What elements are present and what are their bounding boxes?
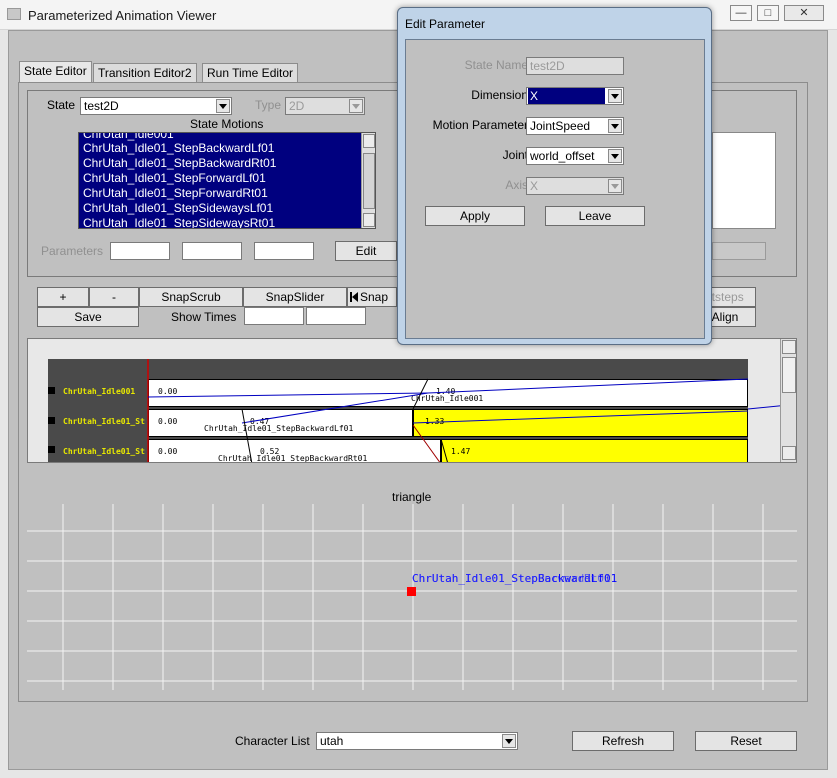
- chevron-down-icon: [216, 99, 230, 113]
- tab-state-editor[interactable]: State Editor: [19, 61, 92, 83]
- list-item[interactable]: ChrUtah_Idle01_StepSidewaysLf01: [83, 201, 273, 215]
- scroll-up-icon[interactable]: [782, 340, 796, 354]
- motion-parameter-label: Motion Parameter: [432, 118, 528, 132]
- graph-point-label: ChrUtah_Idle01_StepForwardRt01: [412, 572, 611, 585]
- dimension-dropdown[interactable]: X: [526, 87, 624, 105]
- state-motions-label: State Motions: [190, 117, 264, 131]
- state-name-field: test2D: [526, 57, 624, 75]
- graph-point[interactable]: [407, 587, 416, 596]
- triangle-left-icon: [352, 292, 358, 302]
- scroll-thumb[interactable]: [782, 357, 796, 393]
- parameter-field-1[interactable]: [110, 242, 170, 260]
- dimension-label: Dimension: [471, 88, 528, 102]
- parameter-field-2[interactable]: [182, 242, 242, 260]
- axis-dropdown-value: X: [530, 179, 539, 193]
- motions-scrollbar[interactable]: [361, 133, 375, 228]
- snap-slider-button[interactable]: SnapSlider: [243, 287, 347, 307]
- edit-button[interactable]: Edit: [335, 241, 397, 261]
- type-dropdown-value: 2D: [289, 99, 305, 113]
- parameters-label: Parameters: [41, 244, 104, 258]
- parameter-field-3[interactable]: [254, 242, 314, 260]
- main-window: Parameterized Animation Viewer — □ ✕ Sta…: [0, 0, 837, 778]
- motion-parameter-dropdown[interactable]: JointSpeed: [526, 117, 624, 135]
- list-item[interactable]: ChrUtah_Idle01_StepBackwardLf01: [83, 141, 274, 155]
- dialog-title: Edit Parameter: [405, 17, 486, 31]
- axis-label: Axis: [505, 178, 528, 192]
- parameter-list[interactable]: [712, 132, 776, 229]
- list-item[interactable]: ChrUtah_Idle01_StepBackwardRt01: [83, 156, 276, 170]
- dimension-dropdown-value: X: [528, 88, 605, 104]
- show-times-end-field[interactable]: [306, 307, 366, 325]
- character-dropdown-value: utah: [320, 734, 344, 748]
- chevron-down-icon: [608, 119, 622, 133]
- motion-parameter-value: JointSpeed: [530, 119, 591, 133]
- state-motions-list[interactable]: ChrUtah_Idle001 ChrUtah_Idle01_StepBackw…: [78, 132, 376, 229]
- type-dropdown: 2D: [285, 97, 365, 115]
- state-dropdown[interactable]: test2D: [80, 97, 232, 115]
- joint-dropdown-value: world_offset: [530, 149, 595, 163]
- graph-grid: [27, 504, 797, 690]
- character-dropdown[interactable]: utah: [316, 732, 518, 750]
- character-list-label: Character List: [235, 734, 310, 748]
- edit-parameter-dialog: Edit Parameter State Name test2D Dimensi…: [397, 7, 712, 345]
- chevron-down-icon: [349, 99, 363, 113]
- maximize-button[interactable]: □: [757, 5, 779, 21]
- chevron-down-icon: [608, 179, 622, 193]
- save-button[interactable]: Save: [37, 307, 139, 327]
- type-label: Type: [255, 98, 282, 112]
- timeline-curves: [147, 359, 796, 462]
- show-times-label: Show Times: [171, 310, 237, 324]
- refresh-button[interactable]: Refresh: [572, 731, 674, 751]
- state-dropdown-value: test2D: [84, 99, 119, 113]
- leave-button[interactable]: Leave: [545, 206, 645, 226]
- list-item[interactable]: ChrUtah_Idle01_StepForwardRt01: [83, 186, 268, 200]
- tab-run-time-editor[interactable]: Run Time Editor: [202, 63, 299, 83]
- snap-button[interactable]: Snap: [347, 287, 397, 307]
- snap-button-label: Snap: [360, 290, 389, 304]
- axis-dropdown: X: [526, 177, 624, 195]
- parameter-graph[interactable]: triangle ChrUtah_Idle01_StepBackwardLf01…: [27, 470, 797, 700]
- show-times-start-field[interactable]: [244, 307, 304, 325]
- app-icon: [7, 8, 21, 20]
- scroll-down-icon[interactable]: [782, 446, 796, 460]
- joint-dropdown[interactable]: world_offset: [526, 147, 624, 165]
- disabled-field: [712, 242, 766, 260]
- state-name-label: State Name: [464, 58, 528, 72]
- chevron-down-icon: [608, 89, 622, 103]
- scroll-up-icon[interactable]: [363, 134, 375, 148]
- timeline-view[interactable]: ChrUtah_Idle001 ChrUtah_Idle01_St ChrUta…: [27, 338, 797, 463]
- timeline-scrollbar[interactable]: [780, 339, 796, 462]
- joint-label: Joint: [502, 148, 528, 162]
- scroll-thumb[interactable]: [363, 153, 375, 209]
- minimize-button[interactable]: —: [730, 5, 752, 21]
- list-item[interactable]: ChrUtah_Idle01_StepForwardLf01: [83, 171, 266, 185]
- list-item[interactable]: ChrUtah_Idle01_StepSidewaysRt01: [83, 216, 275, 228]
- reset-button[interactable]: Reset: [695, 731, 797, 751]
- dialog-body: State Name test2D Dimension X Motion Par…: [405, 39, 705, 339]
- window-title: Parameterized Animation Viewer: [28, 8, 217, 23]
- apply-button[interactable]: Apply: [425, 206, 525, 226]
- list-item[interactable]: ChrUtah_Idle001: [83, 133, 174, 141]
- snap-scrub-button[interactable]: SnapScrub: [139, 287, 243, 307]
- tab-transition-editor2[interactable]: Transition Editor2: [93, 63, 197, 83]
- chevron-down-icon: [502, 734, 516, 748]
- close-button[interactable]: ✕: [784, 5, 824, 21]
- scroll-down-icon[interactable]: [363, 213, 375, 227]
- chevron-down-icon: [608, 149, 622, 163]
- remove-button[interactable]: -: [89, 287, 139, 307]
- add-button[interactable]: +: [37, 287, 89, 307]
- state-label: State: [47, 98, 76, 112]
